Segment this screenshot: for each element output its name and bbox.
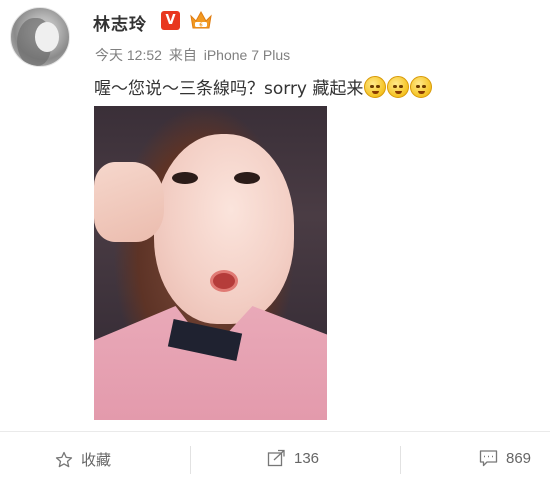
- shy-emoji-icon: [387, 75, 410, 98]
- comment-button[interactable]: 869: [479, 449, 531, 467]
- star-icon: [55, 451, 73, 467]
- post-image[interactable]: [94, 106, 327, 420]
- author-name[interactable]: 林志玲: [93, 10, 147, 35]
- avatar[interactable]: [10, 7, 70, 67]
- photo-face: [154, 134, 294, 324]
- post-text: 喔～您说～三条線吗？sorry 藏起来: [94, 74, 433, 99]
- actions-divider: [0, 431, 550, 432]
- favorite-button[interactable]: 收藏: [55, 449, 111, 470]
- photo-eye-left: [172, 172, 198, 184]
- source-prefix: 来自: [168, 47, 197, 63]
- tearful-emoji-icon: [410, 75, 433, 98]
- blush-emoji-icon: [364, 75, 387, 98]
- share-count: 136: [294, 449, 320, 467]
- action-separator: [190, 446, 191, 474]
- share-button[interactable]: 136: [267, 449, 319, 467]
- favorite-label: 收藏: [81, 452, 112, 469]
- verified-badge-icon[interactable]: V: [161, 11, 180, 30]
- action-separator: [400, 446, 401, 474]
- comment-icon: [479, 450, 498, 467]
- svg-text:6: 6: [199, 23, 203, 29]
- share-icon: [267, 449, 285, 467]
- post-source[interactable]: iPhone 7 Plus: [204, 47, 290, 63]
- photo-mouth: [210, 270, 238, 292]
- post-meta: 今天 12:52 来自 iPhone 7 Plus: [95, 45, 293, 65]
- post-time[interactable]: 今天 12:52: [95, 47, 162, 63]
- comment-count: 869: [506, 449, 532, 467]
- avatar-face: [35, 22, 59, 52]
- post-text-content: 喔～您说～三条線吗？sorry 藏起来: [94, 79, 364, 99]
- photo-eye-right: [234, 172, 260, 184]
- member-crown-icon[interactable]: 6: [189, 9, 213, 31]
- photo-hand: [94, 162, 164, 242]
